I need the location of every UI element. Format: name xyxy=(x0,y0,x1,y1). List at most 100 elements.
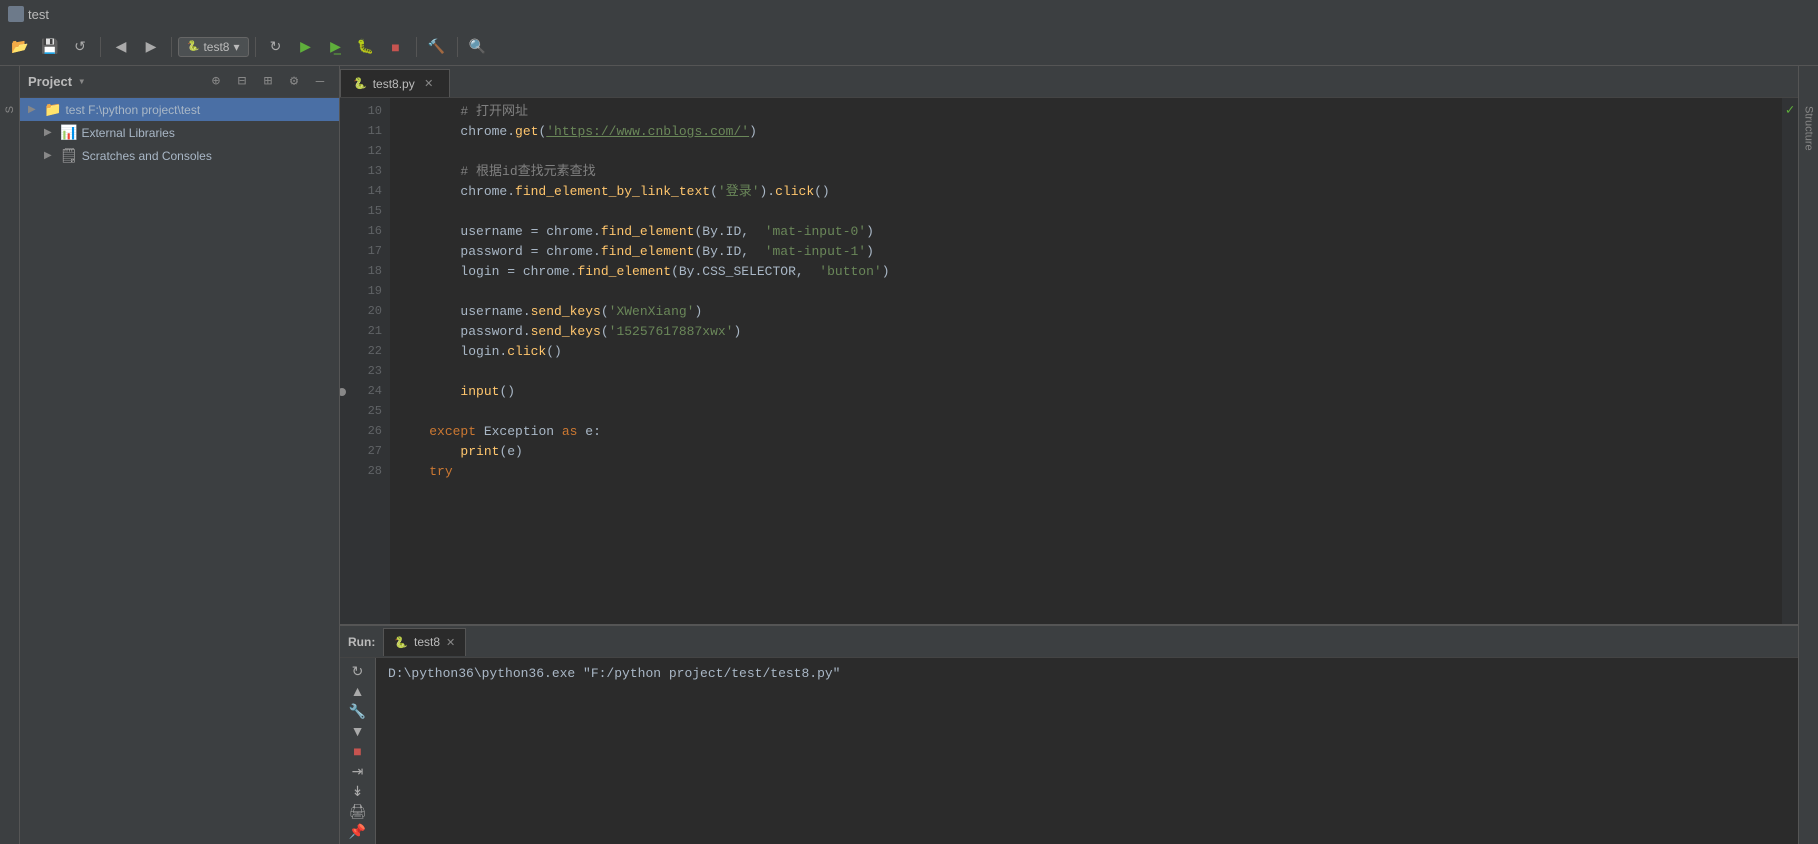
code-line-28: try xyxy=(398,462,1774,482)
title-text: test xyxy=(28,7,49,22)
code-20-str: 'XWenXiang' xyxy=(609,302,695,323)
tree-arrow-ext: ▶ xyxy=(44,127,56,138)
code-26-var: e: xyxy=(577,422,600,443)
sync-btn[interactable]: ↺ xyxy=(66,33,94,61)
code-line-19 xyxy=(398,282,1774,302)
autoscroll-btn[interactable]: ↡ xyxy=(344,782,372,800)
bottom-main: ↻ ▲ 🔧 ▼ ■ ⇥ ↡ 🖨 📌 D:\python36\python36.e… xyxy=(340,658,1798,844)
line-numbers: 10 11 12 13 14 15 16 17 18 19 20 21 22 2… xyxy=(340,98,390,624)
tree-item-scratches[interactable]: ▶ 🗒 Scratches and Consoles xyxy=(20,144,339,167)
run-with-coverage-btn[interactable]: ▶̲ xyxy=(322,33,350,61)
project-dropdown-arrow[interactable]: ▾ xyxy=(78,74,85,89)
bottom-tab-test8[interactable]: 🐍 test8 ✕ xyxy=(383,628,466,656)
line-num-11: 11 xyxy=(340,122,382,142)
code-14-fn2: click xyxy=(775,182,814,203)
bottom-tab-close[interactable]: ✕ xyxy=(446,636,455,649)
code-14-p2: ). xyxy=(760,182,776,203)
code-line-24: input() xyxy=(398,382,1774,402)
open-folder-btn[interactable]: 📂 xyxy=(6,33,34,61)
code-14-p1: ( xyxy=(710,182,718,203)
title-icon xyxy=(8,6,24,22)
run-green-btn[interactable]: ▶ xyxy=(292,33,320,61)
softrap-btn[interactable]: ⇥ xyxy=(344,762,372,780)
sep1 xyxy=(100,37,101,57)
project-panel: Project ▾ ⊕ ⊟ ⊞ ⚙ — ▶ 📁 test F:\python p… xyxy=(20,66,340,844)
print-btn[interactable]: 🖨 xyxy=(344,802,372,820)
code-18-fn: find_element xyxy=(577,262,671,283)
scroll-up-btn[interactable]: ▲ xyxy=(344,682,372,700)
code-27-fn: print xyxy=(460,442,499,463)
code-line-26: except Exception as e: xyxy=(398,422,1774,442)
code-16-str: 'mat-input-0' xyxy=(765,222,866,243)
line-num-17: 17 xyxy=(340,242,382,262)
debug-btn[interactable]: 🐛 xyxy=(352,33,380,61)
tab-test8py[interactable]: 🐍 test8.py ✕ xyxy=(340,69,450,97)
run-label: Run: xyxy=(348,635,375,649)
stop-btn[interactable]: ■ xyxy=(382,33,410,61)
save-btn[interactable]: 💾 xyxy=(36,33,64,61)
code-14-p3: () xyxy=(814,182,830,203)
code-line-18: login = chrome.find_element(By.CSS_SELEC… xyxy=(398,262,1774,282)
code-11-pre: chrome. xyxy=(398,122,515,143)
build-btn[interactable]: 🔨 xyxy=(423,33,451,61)
line-num-26: 26 xyxy=(340,422,382,442)
project-hide-btn[interactable]: — xyxy=(309,71,331,93)
expand-all-btn[interactable]: ⊞ xyxy=(257,71,279,93)
code-20-p1: ( xyxy=(601,302,609,323)
code-11-p2: ) xyxy=(749,122,757,143)
code-17-p2: ) xyxy=(866,242,874,263)
tab-close-btn[interactable]: ✕ xyxy=(421,76,437,92)
code-line-10: # 打开网址 xyxy=(398,102,1774,122)
line-num-14: 14 xyxy=(340,182,382,202)
console-text: D:\python36\python36.exe "F:/python proj… xyxy=(388,666,840,681)
tree-label-ext: External Libraries xyxy=(81,126,174,140)
code-21-str: '15257617887xwx' xyxy=(609,322,734,343)
code-22-pre: login. xyxy=(398,342,507,363)
scroll-down-btn[interactable]: ▼ xyxy=(344,722,372,740)
tab-label: test8.py xyxy=(373,77,415,91)
settings-console-btn[interactable]: 🔧 xyxy=(344,702,372,720)
code-20-pre: username. xyxy=(398,302,531,323)
code-18-p2: ) xyxy=(882,262,890,283)
tree-item-external-libs[interactable]: ▶ 📊 External Libraries xyxy=(20,121,339,144)
collapse-all-btn[interactable]: ⊟ xyxy=(231,71,253,93)
tree-label-scratch: Scratches and Consoles xyxy=(82,149,212,163)
forward-btn[interactable]: ▶ xyxy=(137,33,165,61)
back-btn[interactable]: ◀ xyxy=(107,33,135,61)
right-gutter: ✓ xyxy=(1782,98,1798,624)
code-14-str: '登录' xyxy=(718,182,760,203)
stop-console-btn[interactable]: ■ xyxy=(344,742,372,760)
pin-btn[interactable]: 📌 xyxy=(344,822,372,840)
locate-file-btn[interactable]: ⊕ xyxy=(205,71,227,93)
run-config-selector[interactable]: 🐍 test8 ▾ xyxy=(178,37,249,57)
tab-py-icon: 🐍 xyxy=(353,77,367,90)
code-17-pre: password = chrome. xyxy=(398,242,601,263)
code-line-11: chrome.get('https://www.cnblogs.com/') xyxy=(398,122,1774,142)
code-line-15 xyxy=(398,202,1774,222)
sep3 xyxy=(255,37,256,57)
right-sidebar: Structure xyxy=(1798,66,1818,844)
code-line-22: login.click() xyxy=(398,342,1774,362)
search-btn[interactable]: 🔍 xyxy=(464,33,492,61)
sep2 xyxy=(171,37,172,57)
project-settings-btn[interactable]: ⚙ xyxy=(283,71,305,93)
left-strip-label[interactable]: S xyxy=(4,106,16,113)
code-21-p1: ( xyxy=(601,322,609,343)
tree-item-test[interactable]: ▶ 📁 test F:\python project\test xyxy=(20,98,339,121)
rerun-console-btn[interactable]: ↻ xyxy=(344,662,372,680)
code-content[interactable]: # 打开网址 chrome.get('https://www.cnblogs.c… xyxy=(390,98,1782,624)
line-num-18: 18 xyxy=(340,262,382,282)
code-14-pre: chrome. xyxy=(398,182,515,203)
code-17-str: 'mat-input-1' xyxy=(765,242,866,263)
line-num-27: 27 xyxy=(340,442,382,462)
code-17-fn: find_element xyxy=(601,242,695,263)
right-sidebar-label[interactable]: Structure xyxy=(1803,106,1815,151)
code-16-p2: ) xyxy=(866,222,874,243)
code-18-p1: (By.CSS_SELECTOR, xyxy=(671,262,819,283)
line-num-23: 23 xyxy=(340,362,382,382)
rerun-btn[interactable]: ↻ xyxy=(262,33,290,61)
code-line-17: password = chrome.find_element(By.ID, 'm… xyxy=(398,242,1774,262)
sep5 xyxy=(457,37,458,57)
code-18-pre: login = chrome. xyxy=(398,262,577,283)
code-26-as: as xyxy=(562,422,578,443)
